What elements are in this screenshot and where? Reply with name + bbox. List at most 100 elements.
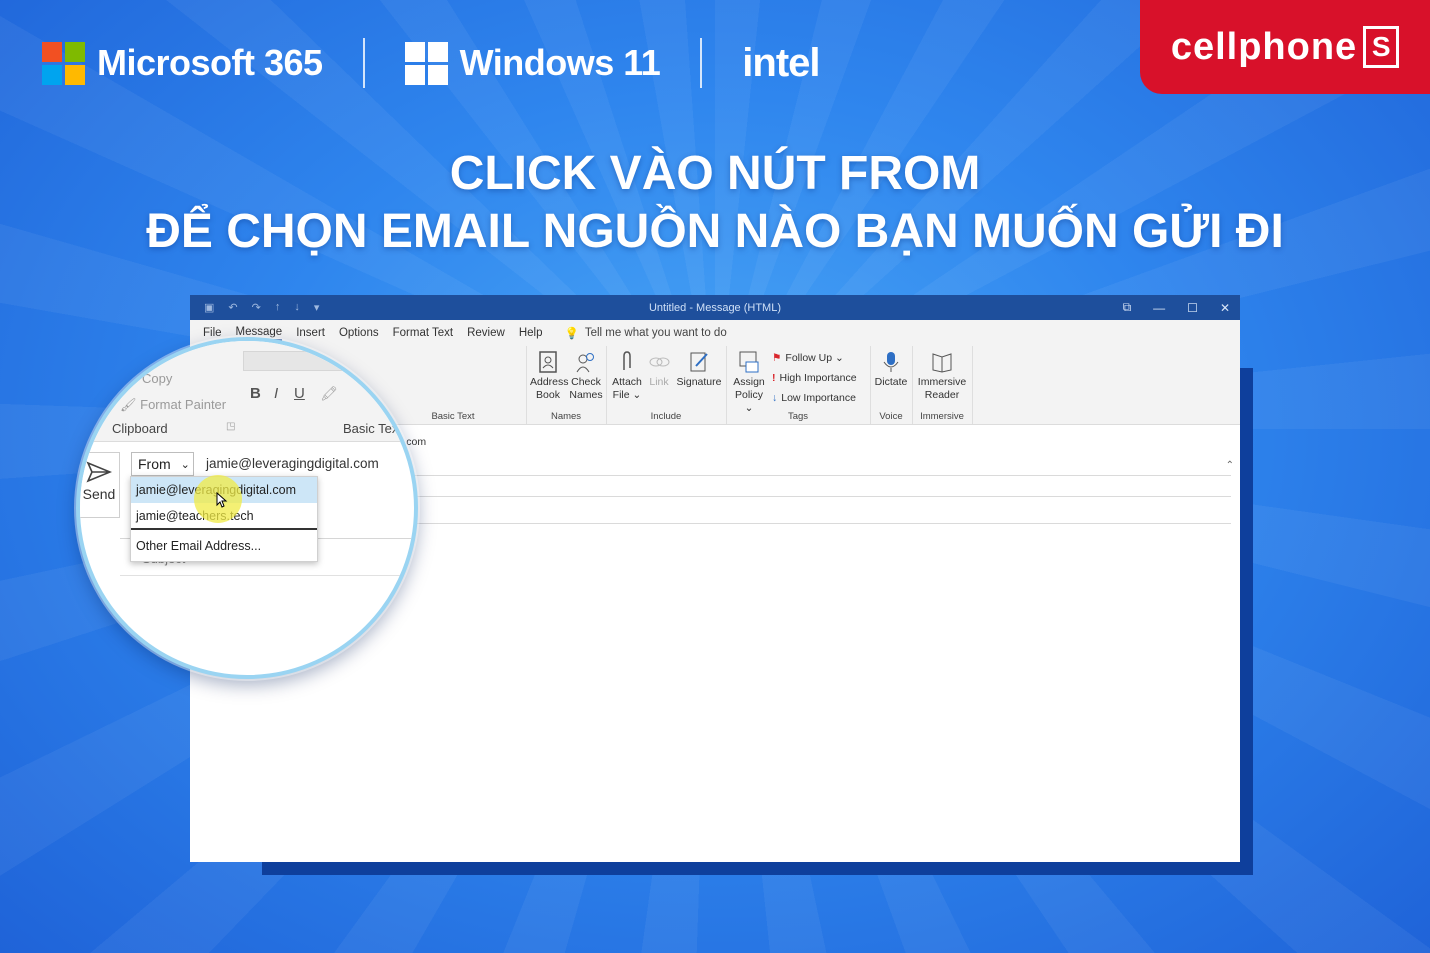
microsoft-logo-icon <box>42 41 85 85</box>
collapse-ribbon-icon[interactable]: ⌃ <box>1226 460 1234 471</box>
address-book-button[interactable]: Address Book <box>530 350 569 402</box>
microsoft-365-label: Microsoft 365 <box>97 42 323 83</box>
from-value: jamie@leveragingdigital.com <box>206 456 379 471</box>
signature-label: Signature <box>676 376 722 388</box>
brand-divider <box>362 38 365 88</box>
window-title: Untitled - Message (HTML) <box>648 301 782 314</box>
high-importance-button[interactable]: ! High Importance <box>772 372 857 384</box>
link-icon <box>649 357 670 367</box>
link-label: Link <box>649 376 669 388</box>
ribbon-group-include: Attach File ⌄ Link Signature Include <box>606 346 727 424</box>
clipboard-group-label: Clipboard <box>112 421 168 436</box>
assign-policy-button[interactable]: Assign Policy ⌄ <box>730 350 768 415</box>
zoomed-ribbon: Copy 🖌 Format Painter Clipboard ◳ B I U … <box>80 341 414 442</box>
brush-icon: 🖌 <box>120 397 137 412</box>
tab-review[interactable]: Review <box>467 327 505 339</box>
immersive-label-1: Immersive <box>917 376 967 388</box>
magnifier-callout: Copy 🖌 Format Painter Clipboard ◳ B I U … <box>76 337 418 679</box>
link-button[interactable]: Link <box>646 350 672 389</box>
signature-icon <box>690 352 708 372</box>
tab-help[interactable]: Help <box>519 327 543 339</box>
italic-button[interactable]: I <box>274 385 278 402</box>
tab-insert[interactable]: Insert <box>296 327 325 339</box>
immersive-label-2: Reader <box>924 389 960 401</box>
microphone-icon <box>883 352 899 372</box>
windows-logo-icon <box>404 41 448 85</box>
ribbon-group-label: Tags <box>787 411 809 422</box>
copy-button[interactable]: Copy <box>142 371 172 386</box>
minimize-icon[interactable]: — <box>1153 301 1165 315</box>
clipboard-launcher-icon[interactable]: ◳ <box>226 421 235 432</box>
check-names-label-2: Names <box>569 389 603 401</box>
lightbulb-icon: 💡 <box>564 328 579 340</box>
tab-format-text[interactable]: Format Text <box>393 327 454 339</box>
signature-button[interactable]: Signature <box>674 350 724 389</box>
address-book-icon <box>539 351 557 373</box>
tab-options[interactable]: Options <box>339 327 379 339</box>
check-names-button[interactable]: Check Names <box>568 350 604 402</box>
send-icon <box>86 461 113 483</box>
basic-text-group-label: Basic Text <box>343 421 403 436</box>
ribbon-group-tags: Assign Policy ⌄ ⚑ Follow Up ⌄ ! High Imp… <box>726 346 871 424</box>
highlight-icon[interactable]: 🖍 <box>320 385 338 402</box>
intel-logo: intel <box>742 40 820 85</box>
high-importance-icon: ! <box>772 372 776 384</box>
windows-11-label: Windows 11 <box>459 42 661 83</box>
from-button[interactable]: From ⌄ <box>131 452 194 476</box>
cellphone-label: cellphone <box>1170 25 1358 68</box>
low-importance-label: Low Importance <box>781 392 856 404</box>
low-importance-button[interactable]: ↓ Low Importance <box>772 392 856 404</box>
mouse-cursor-icon <box>216 492 228 508</box>
follow-up-button[interactable]: ⚑ Follow Up ⌄ <box>772 352 844 364</box>
window-controls: ⧉ — ☐ ✕ <box>1123 295 1230 320</box>
headline: CLICK VÀO NÚT FROM ĐỂ CHỌN EMAIL NGUỒN N… <box>0 146 1430 262</box>
cellphone-s-icon: S <box>1363 26 1400 68</box>
ribbon-group-names: Address Book Check Names Names <box>526 346 607 424</box>
format-painter-button[interactable]: 🖌 Format Painter <box>120 397 226 413</box>
paperclip-icon <box>623 351 631 370</box>
check-names-icon <box>576 353 594 373</box>
address-book-label-1: Address <box>530 376 569 388</box>
send-button[interactable]: Send <box>80 452 120 518</box>
tab-file[interactable]: File <box>203 327 222 339</box>
cellphones-logo: cellphone S <box>1140 0 1430 94</box>
tell-me-search[interactable]: 💡 Tell me what you want to do <box>564 326 726 340</box>
send-label: Send <box>82 486 116 502</box>
check-names-label-1: Check <box>571 376 601 388</box>
attach-label-1: Attach <box>612 376 642 388</box>
dictate-label: Dictate <box>874 376 908 388</box>
immersive-reader-icon <box>932 353 952 373</box>
format-painter-label: Format Painter <box>140 397 227 412</box>
close-icon[interactable]: ✕ <box>1220 301 1230 315</box>
ribbon-group-label: Include <box>650 411 682 422</box>
font-selector[interactable] <box>243 351 405 371</box>
ribbon-display-icon[interactable]: ⧉ <box>1123 300 1132 315</box>
flag-icon: ⚑ <box>772 352 782 364</box>
bold-button[interactable]: B <box>250 385 261 402</box>
field-divider <box>405 475 1231 476</box>
high-importance-label: High Importance <box>779 372 857 384</box>
field-divider <box>405 523 1231 524</box>
headline-line-2: ĐỂ CHỌN EMAIL NGUỒN NÀO BẠN MUỐN GỬI ĐI <box>146 205 1284 258</box>
brand-divider <box>700 38 703 88</box>
attach-file-button[interactable]: Attach File ⌄ <box>610 350 644 402</box>
other-email-address-option[interactable]: Other Email Address... <box>131 533 317 559</box>
attach-label-2: File ⌄ <box>612 389 642 401</box>
assign-policy-icon <box>739 351 759 373</box>
assign-label-1: Assign <box>733 376 765 388</box>
underline-button[interactable]: U <box>294 385 305 402</box>
field-divider <box>120 575 414 576</box>
from-label: From <box>138 456 171 472</box>
immersive-reader-button[interactable]: Immersive Reader <box>914 350 970 402</box>
brand-bar: Microsoft 365 Windows 11 intel <box>42 38 821 88</box>
field-divider <box>405 496 1231 497</box>
tell-me-label: Tell me what you want to do <box>584 327 727 339</box>
address-book-label-2: Book <box>536 389 560 401</box>
dictate-button[interactable]: Dictate <box>872 350 910 389</box>
follow-up-label: Follow Up ⌄ <box>785 352 844 364</box>
ribbon-group-label: Names <box>550 411 582 422</box>
headline-line-1: CLICK VÀO NÚT FROM <box>449 147 981 200</box>
ribbon-group-voice: Dictate Voice <box>870 346 913 424</box>
maximize-icon[interactable]: ☐ <box>1187 301 1198 315</box>
low-importance-icon: ↓ <box>772 392 778 404</box>
